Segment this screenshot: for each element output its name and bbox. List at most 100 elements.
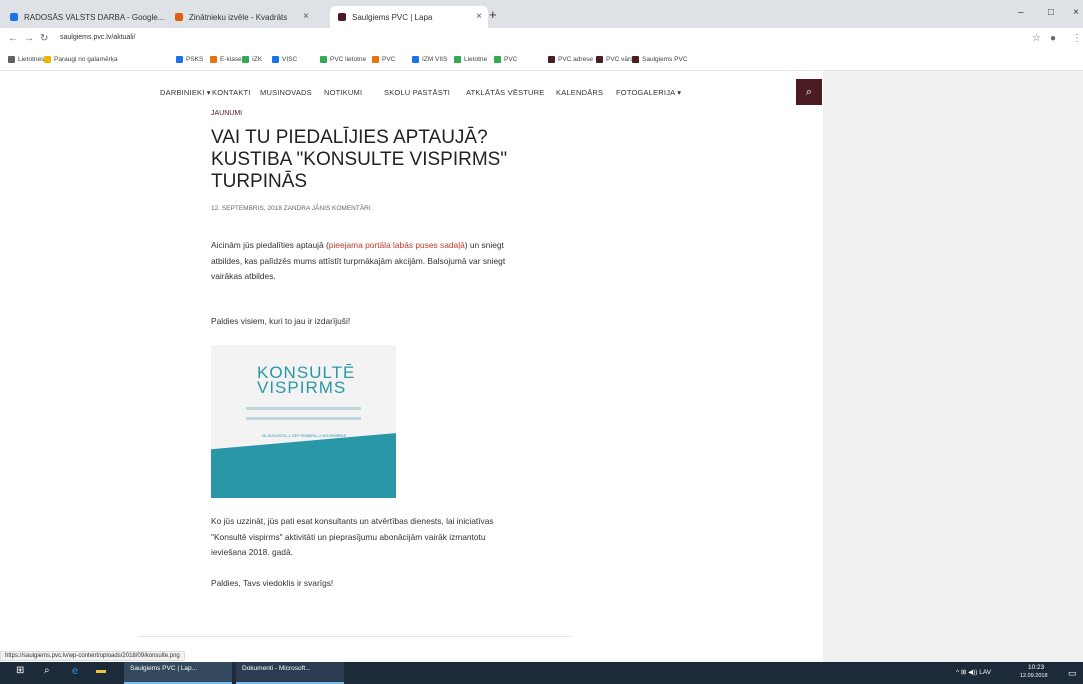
bookmark-label: PSKS	[186, 56, 204, 63]
bookmark-favicon-icon	[494, 56, 501, 63]
bookmark-label: VISC	[282, 56, 298, 63]
bookmark-favicon-icon	[210, 56, 217, 63]
tab-favicon-icon	[175, 13, 183, 21]
poster-rule	[246, 417, 361, 420]
status-url-tooltip: https://saulgiems.pvc.lv/wp-content/uplo…	[0, 651, 185, 661]
nav-item-skolu-pastasti[interactable]: SKOLU PASTĀSTI	[384, 88, 450, 97]
nav-item-musinovads[interactable]: MUSINOVADS	[260, 88, 312, 97]
bookmark-star-icon[interactable]: ☆	[1032, 33, 1041, 44]
nav-item-kontakti[interactable]: KONTAKTI	[212, 88, 251, 97]
bookmark-favicon-icon	[44, 56, 51, 63]
search-icon[interactable]: ⌕	[44, 665, 50, 676]
post-paragraph-4: Paldies, Tavs viedoklis ir svarīgs!	[211, 578, 334, 588]
browser-tab[interactable]: Zinātnieku izvēle - Kvadrāts ×	[175, 6, 315, 28]
poster-rule	[246, 407, 361, 410]
bookmark-item[interactable]: PVC lietotne	[320, 56, 366, 63]
taskbar-app-label: Saulgiems PVC | Lap...	[130, 665, 198, 672]
bookmark-item[interactable]: VISC	[272, 56, 297, 63]
minimize-button[interactable]: –	[1018, 7, 1024, 18]
bookmark-item[interactable]: Paraugi no galamērķa	[44, 56, 118, 63]
bookmark-item[interactable]: PVC adrese	[548, 56, 593, 63]
reload-icon[interactable]: ↻	[40, 33, 48, 44]
bookmark-label: Saulgiems PVC	[642, 56, 688, 63]
bookmark-item[interactable]: Lietotnes	[8, 56, 44, 63]
bookmark-favicon-icon	[242, 56, 249, 63]
notification-icon[interactable]: ▭	[1068, 668, 1077, 679]
post-title: VAI TU PIEDALĪJIES APTAUJĀ? KUSTIBA "KON…	[211, 127, 508, 192]
bookmark-label: Paraugi no galamērķa	[54, 56, 118, 63]
windows-taskbar: ⊞ ⌕ e ▬ Saulgiems PVC | Lap... Dokumenti…	[0, 662, 1083, 684]
survey-link[interactable]: pieejama portāla labās puses sadaļā	[329, 240, 465, 250]
post-paragraph-2: Paldies visiem, kuri to jau ir izdarījuš…	[211, 316, 351, 326]
tab-favicon-icon	[10, 13, 18, 21]
bookmark-item[interactable]: IZK	[242, 56, 262, 63]
nav-item-kalendars[interactable]: KALENDĀRS	[556, 88, 603, 97]
page-right-margin	[823, 71, 1083, 662]
logo-line: VISPIRMS	[257, 378, 347, 397]
bookmark-item[interactable]: PVC vārds	[596, 56, 637, 63]
bookmark-item[interactable]: IZM VIIS	[412, 56, 447, 63]
maximize-button[interactable]: □	[1048, 7, 1054, 18]
bookmarks-bar: Lietotnes Paraugi no galamērķa PSKS E-klase…	[0, 52, 1083, 71]
forward-arrow-icon[interactable]: →	[24, 33, 34, 44]
bookmark-item[interactable]: PSKS	[176, 56, 203, 63]
konsulte-vispirms-poster[interactable]: KONSULTĒ VISPIRMS 26.AUGUSTA–1.SEPTEMBRA…	[211, 345, 396, 498]
bookmark-favicon-icon	[8, 56, 15, 63]
bookmark-label: PVC adrese	[558, 56, 594, 63]
menu-icon[interactable]: ⋮	[1072, 33, 1082, 44]
nav-item-notikumi[interactable]: NOTIKUMI	[324, 88, 362, 97]
bookmark-item[interactable]: Lietotne	[454, 56, 487, 63]
browser-tab[interactable]: RADOSĀS VALSTS DARBA - Google...	[10, 6, 170, 28]
post-category[interactable]: JAUNUMI	[211, 110, 242, 117]
new-tab-button[interactable]: +	[489, 7, 497, 22]
bookmark-favicon-icon	[272, 56, 279, 63]
system-tray[interactable]: ^ ⊞ ◀)) LAV	[956, 668, 991, 676]
tab-label: Saulgiems PVC | Lapa	[352, 12, 433, 22]
taskbar-app-chrome[interactable]: Saulgiems PVC | Lap...	[124, 662, 232, 684]
bookmark-favicon-icon	[548, 56, 555, 63]
edge-icon[interactable]: e	[72, 665, 78, 677]
close-window-button[interactable]: ×	[1073, 7, 1079, 18]
profile-icon[interactable]: ●	[1050, 33, 1056, 44]
search-icon[interactable]: ⌕	[796, 79, 822, 105]
divider	[138, 636, 571, 637]
bookmark-favicon-icon	[372, 56, 379, 63]
file-explorer-icon[interactable]: ▬	[96, 665, 106, 676]
bookmark-label: IZM VIIS	[422, 56, 448, 63]
close-tab-icon[interactable]: ×	[303, 11, 309, 22]
nav-item-fotogalerija[interactable]: FOTOGALERIJA ▾	[616, 88, 681, 97]
paragraph-text: Aicinām jūs piedalīties aptaujā (	[211, 240, 329, 250]
nav-item-darbinieki[interactable]: DARBINIEKI ▾	[160, 88, 211, 97]
post-paragraph-3: Ko jūs uzzināt, jūs pati esat konsultant…	[211, 516, 494, 557]
bookmark-item[interactable]: E-klase	[210, 56, 242, 63]
windows-start-icon[interactable]: ⊞	[16, 665, 24, 676]
nav-item-atklatas-vesture[interactable]: ATKLĀTĀS VĒSTURE	[466, 88, 545, 97]
clock-time[interactable]: 10:23	[1028, 664, 1044, 671]
tab-label: Zinātnieku izvēle - Kvadrāts	[189, 12, 288, 22]
taskbar-app-word[interactable]: Dokumenti - Microsoft...	[236, 662, 344, 684]
bookmark-item[interactable]: PVC	[372, 56, 395, 63]
clock-date[interactable]: 12.09.2018	[1020, 673, 1048, 679]
post-paragraph-1: Aicinām jūs piedalīties aptaujā (pieejam…	[211, 238, 521, 285]
bookmark-label: PVC	[382, 56, 396, 63]
bookmark-label: Lietotnes	[18, 56, 45, 63]
url-input[interactable]: saulgiems.pvc.lv/aktuali/	[60, 34, 135, 41]
bookmark-item[interactable]: PVC	[494, 56, 517, 63]
close-tab-icon[interactable]: ×	[476, 11, 482, 22]
post-meta: 12. SEPTEMBRIS, 2018 ZANDRA JĀNIS KOMENT…	[211, 205, 371, 212]
browser-tab-bar: RADOSĀS VALSTS DARBA - Google... Zinātni…	[0, 0, 1083, 28]
bookmark-favicon-icon	[176, 56, 183, 63]
bookmark-label: IZK	[252, 56, 263, 63]
bookmark-favicon-icon	[596, 56, 603, 63]
poster-band	[211, 453, 396, 498]
bookmark-item[interactable]: Saulgiems PVC	[632, 56, 688, 63]
bookmark-favicon-icon	[320, 56, 327, 63]
bookmark-favicon-icon	[454, 56, 461, 63]
tab-label: RADOSĀS VALSTS DARBA - Google...	[24, 12, 165, 22]
back-arrow-icon[interactable]: ←	[8, 33, 18, 44]
browser-tab-active[interactable]: Saulgiems PVC | Lapa ×	[330, 6, 488, 28]
poster-logo: KONSULTĒ VISPIRMS	[257, 364, 355, 397]
bookmark-label: PVC lietotne	[330, 56, 367, 63]
address-bar-row: ← → ↻ saulgiems.pvc.lv/aktuali/ ☆ ● ⋮	[0, 28, 1083, 52]
tab-favicon-icon	[338, 13, 346, 21]
